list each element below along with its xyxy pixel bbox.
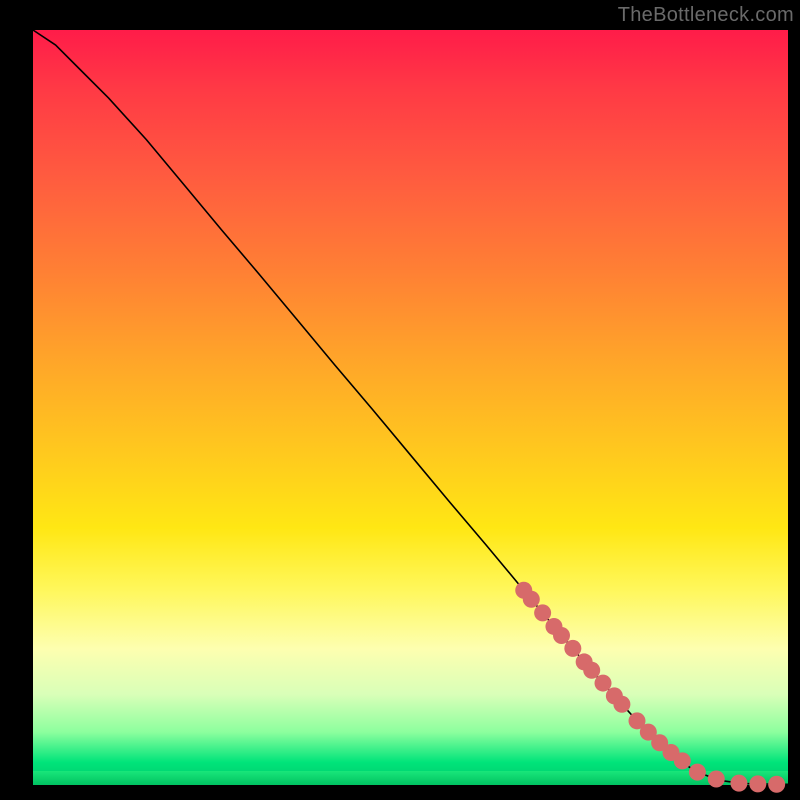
highlight-dot — [564, 640, 581, 657]
highlight-dot — [595, 675, 612, 692]
highlight-dot — [708, 770, 725, 787]
highlight-dot — [730, 775, 747, 792]
chart-svg — [33, 30, 788, 785]
highlight-dot — [534, 604, 551, 621]
highlight-dot — [613, 696, 630, 713]
highlight-dot — [768, 776, 785, 793]
bottleneck-curve-line — [33, 30, 788, 784]
highlight-dots-group — [515, 582, 785, 793]
plot-area — [33, 30, 788, 785]
highlight-dot — [583, 662, 600, 679]
watermark-text: TheBottleneck.com — [618, 4, 794, 27]
highlight-dot — [674, 752, 691, 769]
highlight-dot — [689, 764, 706, 781]
chart-frame: TheBottleneck.com — [0, 0, 800, 800]
highlight-dot — [523, 591, 540, 608]
highlight-dot — [749, 775, 766, 792]
highlight-dot — [553, 627, 570, 644]
